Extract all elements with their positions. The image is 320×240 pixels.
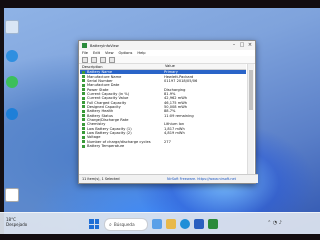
- save-icon[interactable]: [82, 56, 88, 63]
- search-placeholder: Búsqueda: [113, 222, 135, 227]
- status-bar: 11 item(s), 1 Selected NirSoft Freeware.…: [79, 174, 258, 183]
- title-bar[interactable]: BatteryInfoView – □ ×: [79, 41, 255, 50]
- desktop-icon-app-3[interactable]: [2, 108, 22, 120]
- battery-property-icon: [82, 101, 85, 105]
- taskbar: 18°C Despejado ⌕ Búsqueda ⌃ ◔ ♪: [0, 212, 320, 234]
- system-tray-icons[interactable]: ⌃ ◔ ♪: [267, 220, 282, 226]
- taskbar-app-1[interactable]: [152, 219, 162, 229]
- menu-file[interactable]: File: [82, 51, 88, 55]
- start-button[interactable]: [89, 219, 99, 229]
- nirsoft-link[interactable]: NirSoft Freeware. https://www.nirsoft.ne…: [167, 177, 236, 181]
- desktop-icon-recycle-bin[interactable]: [2, 20, 22, 34]
- taskbar-app-file-explorer[interactable]: [166, 219, 176, 229]
- desktop-icon-app-4[interactable]: [2, 188, 22, 202]
- search-icon: ⌕: [109, 221, 112, 228]
- battery-property-icon: [82, 114, 85, 118]
- row-value: 01197 2018/05/06: [164, 78, 198, 83]
- refresh-icon[interactable]: [109, 56, 115, 63]
- desktop-screen: BatteryInfoView – □ × File Edit View Opt…: [0, 8, 320, 234]
- taskbar-app-browser[interactable]: [180, 219, 190, 229]
- maximize-button[interactable]: □: [238, 42, 246, 49]
- battery-info-table: Description Value Battery Name Primary Man…: [80, 64, 246, 174]
- properties-icon[interactable]: [100, 56, 106, 63]
- document-icon: [5, 188, 19, 202]
- windows-logo-icon-part: [89, 224, 94, 229]
- app-icon: [6, 108, 18, 120]
- windows-logo-icon-part: [94, 224, 99, 229]
- close-button[interactable]: ×: [246, 42, 254, 49]
- column-header-value[interactable]: Value: [163, 64, 246, 69]
- taskbar-search[interactable]: ⌕ Búsqueda: [104, 218, 148, 231]
- weather-widget[interactable]: 18°C Despejado: [6, 217, 27, 227]
- battery-property-icon: [82, 127, 85, 131]
- row-value: 11:09 remaining: [164, 113, 194, 118]
- app-icon: [6, 76, 18, 88]
- vertical-scrollbar[interactable]: [247, 64, 254, 174]
- recycle-bin-icon: [5, 20, 19, 34]
- table-row[interactable]: Battery Temperature: [80, 144, 246, 148]
- status-item-count: 11 item(s), 1 Selected: [82, 177, 120, 181]
- battery-property-icon: [82, 75, 85, 79]
- column-header-description[interactable]: Description: [80, 64, 163, 69]
- row-description-cell: Battery Temperature: [80, 144, 162, 148]
- row-value: 4,819 mWh: [164, 130, 185, 135]
- battery-property-icon: [82, 140, 85, 144]
- battery-property-icon: [82, 92, 85, 96]
- battery-property-icon: [82, 70, 85, 74]
- window-title: BatteryInfoView: [90, 43, 119, 48]
- system-clock[interactable]: [311, 218, 312, 223]
- battery-property-icon: [82, 122, 85, 126]
- battery-property-icon: [82, 131, 85, 135]
- battery-property-icon: [82, 79, 85, 83]
- battery-info-window: BatteryInfoView – □ × File Edit View Opt…: [78, 40, 258, 184]
- battery-property-icon: [82, 118, 85, 122]
- windows-logo-icon: [89, 219, 94, 224]
- desktop-icon-app-2[interactable]: [2, 76, 22, 88]
- battery-property-icon: [82, 88, 85, 92]
- toolbar: [79, 56, 255, 64]
- menu-edit[interactable]: Edit: [93, 51, 100, 55]
- battery-property-icon: [82, 105, 85, 109]
- app-icon: [6, 50, 18, 62]
- minimize-button[interactable]: –: [230, 42, 238, 49]
- battery-property-icon: [82, 96, 85, 100]
- battery-property-icon: [82, 135, 85, 139]
- copy-icon[interactable]: [91, 56, 97, 63]
- battery-app-icon: [82, 43, 87, 48]
- clock-time: [311, 218, 312, 223]
- scrollbar-thumb[interactable]: [249, 70, 253, 110]
- row-description: Battery Temperature: [87, 144, 125, 149]
- row-value: 277: [164, 139, 171, 144]
- battery-property-icon: [82, 144, 85, 148]
- battery-property-icon: [82, 83, 85, 87]
- windows-logo-icon-part: [94, 219, 99, 224]
- taskbar-app-battery-info[interactable]: [208, 219, 218, 229]
- menu-options[interactable]: Options: [119, 51, 133, 55]
- weather-condition: Despejado: [6, 222, 28, 227]
- menu-view[interactable]: View: [105, 51, 114, 55]
- battery-property-icon: [82, 109, 85, 113]
- table-body: Battery Name Primary Manufacture Name Hewle…: [80, 70, 246, 148]
- menu-help[interactable]: Help: [137, 51, 145, 55]
- taskbar-app-4[interactable]: [194, 219, 204, 229]
- desktop-icon-app-1[interactable]: [2, 50, 22, 62]
